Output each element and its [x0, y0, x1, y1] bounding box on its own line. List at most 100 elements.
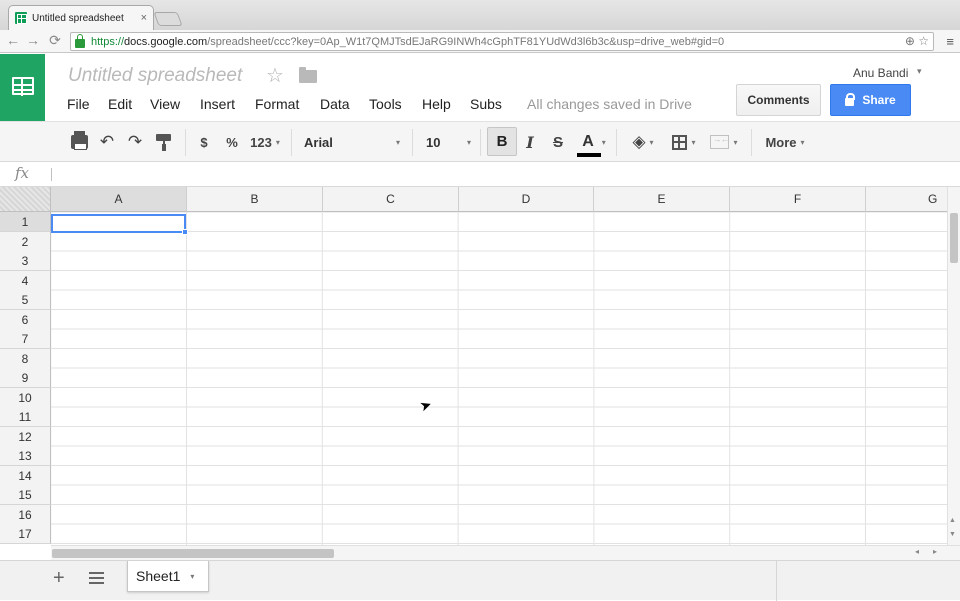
row-header[interactable]: 9	[0, 368, 51, 388]
bold-button[interactable]: B	[487, 127, 517, 156]
sheets-logo[interactable]	[0, 54, 45, 121]
chevron-down-icon: ▾	[275, 137, 280, 147]
chevron-down-icon: ▾	[800, 137, 805, 147]
percent-format-button[interactable]: %	[222, 122, 242, 162]
cell-area[interactable]	[51, 212, 947, 545]
address-bar[interactable]: https:// docs.google.com /spreadsheet/cc…	[70, 32, 934, 51]
formula-input[interactable]	[56, 164, 936, 184]
row-header[interactable]: 15	[0, 485, 51, 505]
browser-menu-icon[interactable]: ≡	[946, 34, 954, 49]
folder-icon[interactable]	[299, 67, 317, 83]
row-header[interactable]: 14	[0, 466, 51, 486]
scroll-right-icon[interactable]: ▸	[933, 547, 937, 556]
vertical-scroll-thumb[interactable]	[950, 213, 958, 263]
chevron-down-icon: ▾	[601, 137, 606, 147]
horizontal-scrollbar[interactable]: ◂ ▸	[51, 545, 960, 560]
browser-tab[interactable]: Untitled spreadsheet ×	[8, 5, 154, 30]
print-button[interactable]	[68, 122, 90, 162]
menu-view[interactable]: View	[150, 96, 180, 112]
column-header-b[interactable]: B	[187, 187, 323, 212]
add-sheet-icon[interactable]: +	[53, 567, 65, 590]
number-format-label: 123	[250, 134, 272, 150]
menu-data[interactable]: Data	[320, 96, 350, 112]
chevron-down-icon: ▾	[649, 137, 654, 147]
row-header[interactable]: 4	[0, 271, 51, 291]
menu-file[interactable]: File	[67, 96, 90, 112]
chevron-down-icon[interactable]: ▾	[917, 66, 922, 77]
undo-button[interactable]: ↶	[96, 122, 118, 162]
column-header-f[interactable]: F	[730, 187, 866, 212]
more-label: More	[765, 134, 797, 150]
row-header[interactable]: 11	[0, 407, 51, 427]
menu-subs[interactable]: Subs	[470, 96, 502, 112]
close-tab-icon[interactable]: ×	[141, 12, 147, 24]
italic-button[interactable]: I	[520, 122, 540, 162]
row-header[interactable]: 6	[0, 310, 51, 330]
toolbar-divider	[291, 129, 292, 156]
redo-button[interactable]: ↷	[124, 122, 146, 162]
scroll-up-icon[interactable]: ▲	[949, 517, 956, 524]
menu-tools[interactable]: Tools	[369, 96, 402, 112]
row-header[interactable]: 17	[0, 524, 51, 544]
row-header[interactable]: 1	[0, 212, 51, 232]
row-header[interactable]: 2	[0, 232, 51, 252]
fill-handle[interactable]	[182, 229, 188, 235]
star-icon[interactable]: ☆	[266, 63, 284, 88]
row-header[interactable]: 8	[0, 349, 51, 369]
zoom-icon[interactable]: ⊕	[905, 34, 915, 48]
lock-icon	[845, 92, 856, 106]
horizontal-scroll-thumb[interactable]	[52, 549, 334, 558]
font-family-dropdown[interactable]: Arial ▾	[304, 122, 400, 162]
row-header[interactable]: 16	[0, 505, 51, 525]
column-header-a[interactable]: A	[51, 187, 187, 212]
bookmark-star-icon[interactable]: ☆	[918, 34, 929, 48]
select-all-corner[interactable]	[0, 187, 51, 212]
row-header[interactable]: 3	[0, 251, 51, 271]
column-header-c[interactable]: C	[323, 187, 459, 212]
row-header[interactable]: 12	[0, 427, 51, 447]
row-header[interactable]: 5	[0, 290, 51, 310]
toolbar-divider	[480, 129, 481, 156]
merge-cells-button[interactable]: ▾	[704, 122, 744, 162]
comments-button[interactable]: Comments	[736, 84, 821, 116]
chevron-down-icon[interactable]: ▾	[190, 572, 194, 581]
number-format-dropdown[interactable]: 123 ▾	[248, 122, 282, 162]
scroll-left-icon[interactable]: ◂	[915, 547, 919, 556]
toolbar: ↶ ↷ $ % 123 ▾ Arial ▾ 10 ▾ B I S A ▾ ◈ ▾…	[0, 121, 960, 162]
row-header[interactable]: 7	[0, 329, 51, 349]
paint-format-button[interactable]	[153, 122, 175, 162]
chevron-down-icon: ▾	[466, 137, 471, 147]
menu-edit[interactable]: Edit	[108, 96, 132, 112]
scroll-down-icon[interactable]: ▼	[949, 531, 956, 538]
share-button[interactable]: Share	[830, 84, 911, 116]
currency-format-button[interactable]: $	[196, 122, 212, 162]
paint-bucket-icon: ◈	[632, 132, 646, 151]
menu-insert[interactable]: Insert	[200, 96, 235, 112]
user-name[interactable]: Anu Bandi	[853, 66, 908, 80]
sheet-tab-sheet1[interactable]: Sheet1 ▾	[127, 561, 209, 592]
forward-arrow-icon[interactable]: →	[23, 32, 43, 48]
row-header[interactable]: 10	[0, 388, 51, 408]
vertical-scrollbar[interactable]: ▲ ▼	[947, 187, 960, 545]
text-color-button[interactable]: A ▾	[577, 122, 610, 162]
back-arrow-icon[interactable]: ←	[3, 32, 23, 48]
menu-format[interactable]: Format	[255, 96, 299, 112]
menu-help[interactable]: Help	[422, 96, 451, 112]
more-button[interactable]: More ▾	[760, 122, 810, 162]
merge-cells-icon	[710, 134, 730, 149]
fill-color-button[interactable]: ◈ ▾	[626, 122, 660, 162]
browser-tab-strip: Untitled spreadsheet ×	[0, 0, 960, 30]
reload-icon[interactable]: ⟳	[45, 32, 65, 49]
document-title[interactable]: Untitled spreadsheet	[68, 65, 242, 87]
borders-button[interactable]: ▾	[668, 122, 700, 162]
column-header-e[interactable]: E	[594, 187, 730, 212]
strikethrough-button[interactable]: S	[548, 122, 568, 162]
column-header-g[interactable]: G	[866, 187, 947, 212]
font-size-dropdown[interactable]: 10 ▾	[426, 122, 471, 162]
row-header[interactable]: 13	[0, 446, 51, 466]
selected-cell-a1[interactable]	[51, 214, 188, 235]
toolbar-divider	[412, 129, 413, 156]
list-sheets-icon[interactable]	[89, 572, 104, 584]
new-tab-button[interactable]	[153, 12, 183, 26]
column-header-d[interactable]: D	[459, 187, 594, 212]
